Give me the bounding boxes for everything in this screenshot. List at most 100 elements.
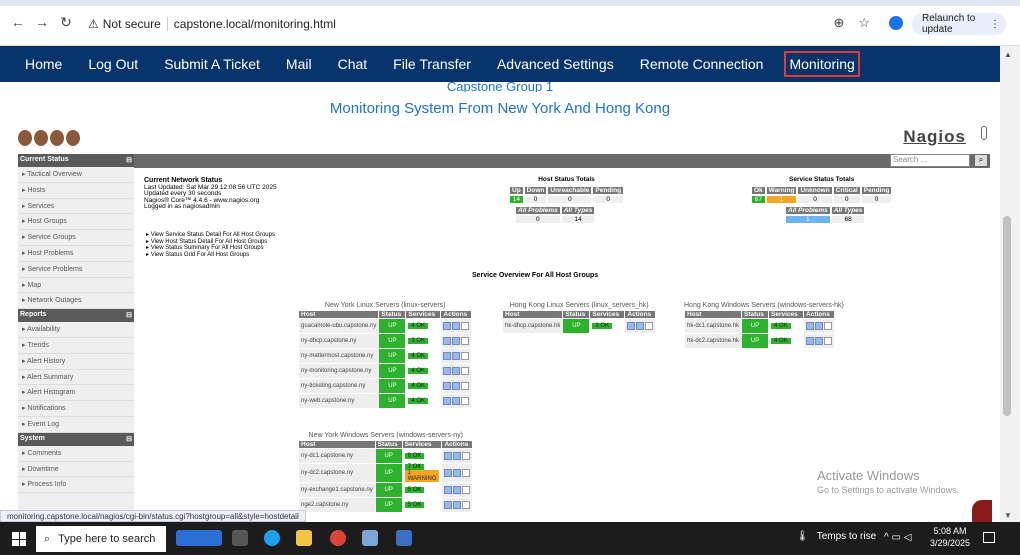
floating-red-button[interactable] (972, 500, 992, 522)
sidebar-item-alert-summary[interactable]: ▸ Alert Summary (18, 370, 134, 386)
host-link[interactable]: ny-ticketing.capstone.ny (299, 379, 379, 393)
detail-icon[interactable] (443, 322, 452, 330)
map-icon[interactable] (462, 501, 471, 509)
detail-icon[interactable] (627, 322, 636, 330)
detail-icon[interactable] (443, 352, 452, 360)
column-header[interactable]: Actions (441, 311, 472, 318)
column-header[interactable]: Services (406, 311, 441, 318)
host-status[interactable]: UP (563, 319, 590, 333)
remote-desktop-icon[interactable] (396, 530, 412, 546)
column-header[interactable]: Status (379, 311, 406, 318)
services-ok[interactable]: 4 OK (408, 323, 429, 329)
map-icon[interactable] (645, 322, 654, 330)
detail-icon[interactable] (444, 486, 453, 494)
column-header[interactable]: Status (742, 311, 769, 318)
map-icon[interactable] (461, 367, 470, 375)
host-status[interactable]: UP (379, 349, 406, 363)
url-text[interactable]: capstone.local/monitoring.html (174, 17, 336, 31)
detail-icon[interactable] (806, 322, 815, 330)
host-link[interactable]: guacamole-ubu.capstone.ny (299, 319, 379, 333)
sidebar-item-service-problems[interactable]: ▸ Service Problems (18, 262, 134, 278)
services-ok[interactable]: 4 OK (771, 338, 791, 344)
extinfo-icon[interactable] (452, 337, 461, 345)
host-link[interactable]: ny-dc1.capstone.ny (299, 449, 375, 463)
task-view-icon[interactable] (232, 530, 248, 546)
sidebar-item-event-log[interactable]: ▸ Event Log (18, 417, 134, 433)
map-icon[interactable] (824, 337, 833, 345)
extinfo-icon[interactable] (815, 322, 824, 330)
extinfo-icon[interactable] (452, 382, 461, 390)
services-ok[interactable]: 3 OK (408, 338, 429, 344)
host-status[interactable]: UP (379, 379, 406, 393)
sidebar-item-map[interactable]: ▸ Map (18, 278, 134, 294)
nav-submit-ticket[interactable]: Submit A Ticket (159, 51, 265, 77)
profile-avatar[interactable] (889, 16, 903, 30)
not-secure-indicator[interactable]: ⚠ Not secure (88, 17, 161, 31)
host-status[interactable]: UP (379, 334, 406, 348)
notification-icon[interactable] (983, 532, 995, 543)
bookmark-star-icon[interactable]: ☆ (858, 15, 870, 31)
back-icon[interactable]: ← (8, 14, 28, 30)
detail-icon[interactable] (444, 501, 453, 509)
map-icon[interactable] (461, 322, 470, 330)
weather-widget[interactable]: 🌡 Temps to rise (796, 531, 876, 542)
host-link[interactable]: hk-dhcp.capstone.hk (503, 319, 563, 333)
zoom-icon[interactable]: ⊕ (833, 15, 844, 31)
column-header[interactable]: Actions (442, 441, 473, 448)
extinfo-icon[interactable] (452, 352, 461, 360)
sidebar-item-network-outages[interactable]: ▸ Network Outages (18, 293, 134, 310)
host-status[interactable]: UP (742, 319, 769, 333)
column-header[interactable]: Services (590, 311, 625, 318)
extinfo-icon[interactable] (453, 469, 462, 477)
map-icon[interactable] (461, 397, 470, 405)
host-status[interactable]: UP (379, 394, 406, 408)
services-ok[interactable]: 5 OK (404, 502, 425, 508)
sidebar-item-services[interactable]: ▸ Services (18, 199, 134, 215)
map-icon[interactable] (461, 352, 470, 360)
map-icon[interactable] (461, 337, 470, 345)
nav-advanced-settings[interactable]: Advanced Settings (492, 51, 619, 77)
detail-icon[interactable] (806, 337, 815, 345)
sidebar-item-hosts[interactable]: ▸ Hosts (18, 183, 134, 199)
extinfo-icon[interactable] (453, 501, 462, 509)
sidebar-item-availability[interactable]: ▸ Availability (18, 322, 134, 338)
host-status[interactable]: UP (375, 464, 402, 482)
extinfo-icon[interactable] (452, 322, 461, 330)
scroll-up-icon[interactable]: ▲ (1004, 50, 1012, 59)
sidebar-item-host-groups[interactable]: ▸ Host Groups (18, 214, 134, 231)
services-ok[interactable]: 4 OK (408, 353, 429, 359)
column-header[interactable]: Host (503, 311, 563, 318)
clock[interactable]: 5:08 AM 3/29/2025 (930, 525, 970, 549)
nav-mail[interactable]: Mail (281, 51, 317, 77)
sidebar-item-service-groups[interactable]: ▸ Service Groups (18, 230, 134, 246)
map-icon[interactable] (824, 322, 833, 330)
search-icon[interactable]: ⌕ (974, 154, 988, 167)
extinfo-icon[interactable] (452, 397, 461, 405)
host-status[interactable]: UP (379, 319, 406, 333)
file-explorer-icon[interactable] (296, 530, 312, 546)
taskbar-search[interactable]: ⌕ Type here to search (36, 526, 166, 552)
host-link[interactable]: ny-mattermost.capstone.ny (299, 349, 379, 363)
nagios-search-input[interactable]: Search ... (890, 154, 970, 167)
extinfo-icon[interactable] (453, 486, 462, 494)
extinfo-icon[interactable] (453, 452, 462, 460)
chrome-icon[interactable] (330, 530, 346, 546)
sidebar-item-downtime[interactable]: ▸ Downtime (18, 462, 134, 478)
nav-logout[interactable]: Log Out (83, 51, 143, 77)
sidebar-item-tactical-overview[interactable]: ▸ Tactical Overview (18, 167, 134, 183)
column-header[interactable]: Host (299, 441, 375, 448)
host-link[interactable]: ny-dhcp.capstone.ny (299, 334, 379, 348)
host-status[interactable]: UP (375, 498, 402, 512)
column-header[interactable]: Host (299, 311, 379, 318)
section-reports[interactable]: Reports ⊟ (18, 309, 134, 323)
detail-icon[interactable] (443, 337, 452, 345)
services-ok[interactable]: 3 OK (592, 323, 613, 329)
detail-icon[interactable] (444, 469, 453, 477)
host-link[interactable]: ny-dc2.capstone.ny (299, 464, 375, 482)
detail-icon[interactable] (443, 367, 452, 375)
host-status[interactable]: UP (375, 449, 402, 463)
address-bar[interactable]: ⚠ Not secure capstone.local/monitoring.ht… (80, 13, 880, 35)
host-link[interactable]: ny-web.capstone.ny (299, 394, 379, 408)
host-status[interactable]: UP (742, 334, 769, 348)
nav-monitoring[interactable]: Monitoring (784, 51, 860, 77)
